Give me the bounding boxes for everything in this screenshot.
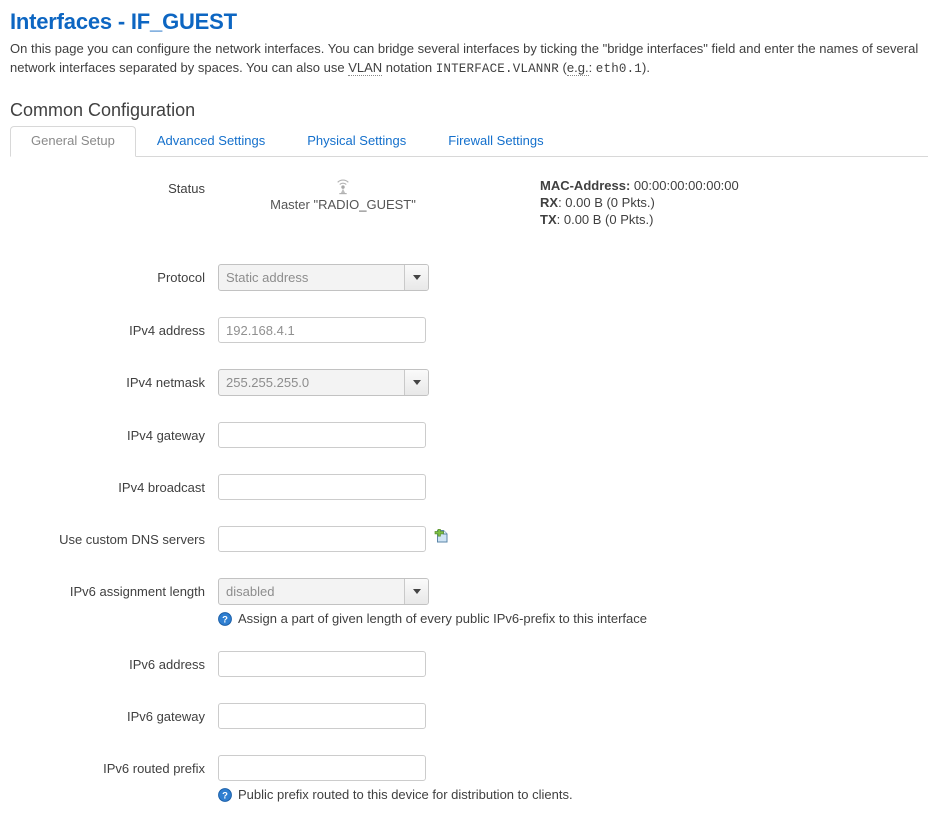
ipv6-address-input[interactable] [218,651,426,678]
ipv6-gateway-label: IPv6 gateway [126,709,205,725]
add-item-icon[interactable] [432,527,450,545]
status-tx-label: TX [540,212,557,228]
page-description: On this page you can configure the netwo… [10,40,928,78]
help-question-icon: ? [218,612,232,627]
form-row-ipv6-assignment-length: IPv6 assignment length disabled [10,578,928,606]
desc-text-5: ). [642,60,650,76]
custom-dns-control [205,526,450,553]
tab-physical-settings[interactable]: Physical Settings [286,126,427,156]
protocol-control: Static address [205,264,429,292]
status-mac-label: MAC-Address: [540,178,631,194]
ipv4-netmask-select-value: 255.255.255.0 [226,375,310,391]
wireless-master-icon [337,179,349,195]
vlan-notation-code: INTERFACE.VLANNR [435,62,559,77]
status-interface-block: Master "RADIO_GUEST" [218,175,468,213]
ipv6-gateway-input[interactable] [218,703,426,730]
ipv6-gateway-control [205,703,426,730]
ipv4-address-control [205,317,426,344]
ipv4-broadcast-control [205,474,426,501]
desc-text-2: notation [382,60,436,76]
chevron-down-icon [412,589,421,595]
ipv6-assignment-length-control: disabled [205,578,429,606]
form-row-custom-dns: Use custom DNS servers [10,526,928,553]
ipv4-gateway-label: IPv4 gateway [126,428,205,444]
form-row-ipv6-gateway: IPv6 gateway [10,703,928,730]
ipv4-gateway-input[interactable] [218,422,426,449]
ipv6-assignment-length-select[interactable]: disabled [218,578,429,606]
svg-text:?: ? [222,615,228,626]
config-tabs: General Setup Advanced Settings Physical… [10,126,928,158]
page-container: Interfaces - IF_GUEST On this page you c… [0,0,938,803]
ipv4-broadcast-label: IPv4 broadcast [118,480,205,496]
ipv6-assignment-length-help: ? Assign a part of given length of every… [10,611,928,627]
ipv4-netmask-control: 255.255.255.0 [205,369,429,397]
ipv6-routed-prefix-help: ? Public prefix routed to this device fo… [10,787,928,803]
form-row-ipv4-address: IPv4 address [10,317,928,344]
ipv4-netmask-select-arrow[interactable] [404,370,428,396]
ipv6-routed-prefix-input[interactable] [218,755,426,782]
status-tx-value: : 0.00 B (0 Pkts.) [556,212,654,228]
tab-general-setup[interactable]: General Setup [10,126,136,158]
protocol-label: Protocol [157,270,205,286]
status-rx-line: RX: 0.00 B (0 Pkts.) [540,194,739,211]
ipv6-routed-prefix-label: IPv6 routed prefix [103,761,205,777]
vlan-example-code: eth0.1 [595,62,643,77]
form-row-status: Status Master "RADIO_GUEST" MAC-Address:… [10,175,928,228]
status-rx-label: RX [540,195,559,211]
ipv6-assignment-length-select-value: disabled [226,584,275,600]
ipv4-gateway-control [205,422,426,449]
ipv6-assignment-length-help-text: Assign a part of given length of every p… [238,611,647,627]
chevron-down-icon [412,380,421,386]
ipv6-assignment-length-label: IPv6 assignment length [69,584,205,600]
ipv4-broadcast-input[interactable] [218,474,426,501]
ipv4-address-input[interactable] [218,317,426,344]
form-row-ipv4-broadcast: IPv4 broadcast [10,474,928,501]
section-title-common-configuration: Common Configuration [10,100,196,121]
protocol-select[interactable]: Static address [218,264,429,292]
ipv6-address-control [205,651,426,678]
form-row-ipv4-gateway: IPv4 gateway [10,422,928,449]
form-row-ipv4-netmask: IPv4 netmask 255.255.255.0 [10,369,928,397]
tab-advanced-settings[interactable]: Advanced Settings [136,126,286,156]
form-row-ipv6-address: IPv6 address [10,651,928,678]
vlan-abbr: VLAN [348,60,383,77]
tab-firewall-settings[interactable]: Firewall Settings [427,126,564,156]
ipv6-routed-prefix-help-text: Public prefix routed to this device for … [238,787,573,803]
form-row-ipv6-routed-prefix: IPv6 routed prefix [10,755,928,782]
status-mac-value: 00:00:00:00:00:00 [633,178,739,194]
eg-abbr: e.g. [566,60,589,77]
status-label: Status [168,181,205,197]
form-row-protocol: Protocol Static address [10,264,928,292]
protocol-select-value: Static address [226,270,309,286]
ipv6-address-label: IPv6 address [129,657,205,673]
ipv4-address-label: IPv4 address [129,323,205,339]
desc-text-4: : [588,60,596,76]
status-tx-line: TX: 0.00 B (0 Pkts.) [540,211,739,228]
help-question-icon: ? [218,788,232,803]
status-statistics: MAC-Address: 00:00:00:00:00:00 RX: 0.00 … [468,175,739,228]
status-interface-mode: Master "RADIO_GUEST" [270,197,416,213]
status-value-container: Master "RADIO_GUEST" MAC-Address: 00:00:… [205,175,739,228]
custom-dns-input[interactable] [218,526,426,553]
general-setup-form: Status Master "RADIO_GUEST" MAC-Address:… [10,157,928,803]
protocol-select-arrow[interactable] [404,265,428,291]
status-mac-line: MAC-Address: 00:00:00:00:00:00 [540,177,739,194]
svg-text:?: ? [222,791,228,802]
custom-dns-label: Use custom DNS servers [59,532,205,548]
chevron-down-icon [412,275,421,281]
ipv4-netmask-select[interactable]: 255.255.255.0 [218,369,429,397]
desc-text-3: ( [558,60,567,76]
ipv6-assignment-length-select-arrow[interactable] [404,579,428,605]
page-title: Interfaces - IF_GUEST [10,9,237,34]
ipv6-routed-prefix-control [205,755,426,782]
ipv4-netmask-label: IPv4 netmask [126,375,205,391]
status-rx-value: : 0.00 B (0 Pkts.) [558,195,655,211]
